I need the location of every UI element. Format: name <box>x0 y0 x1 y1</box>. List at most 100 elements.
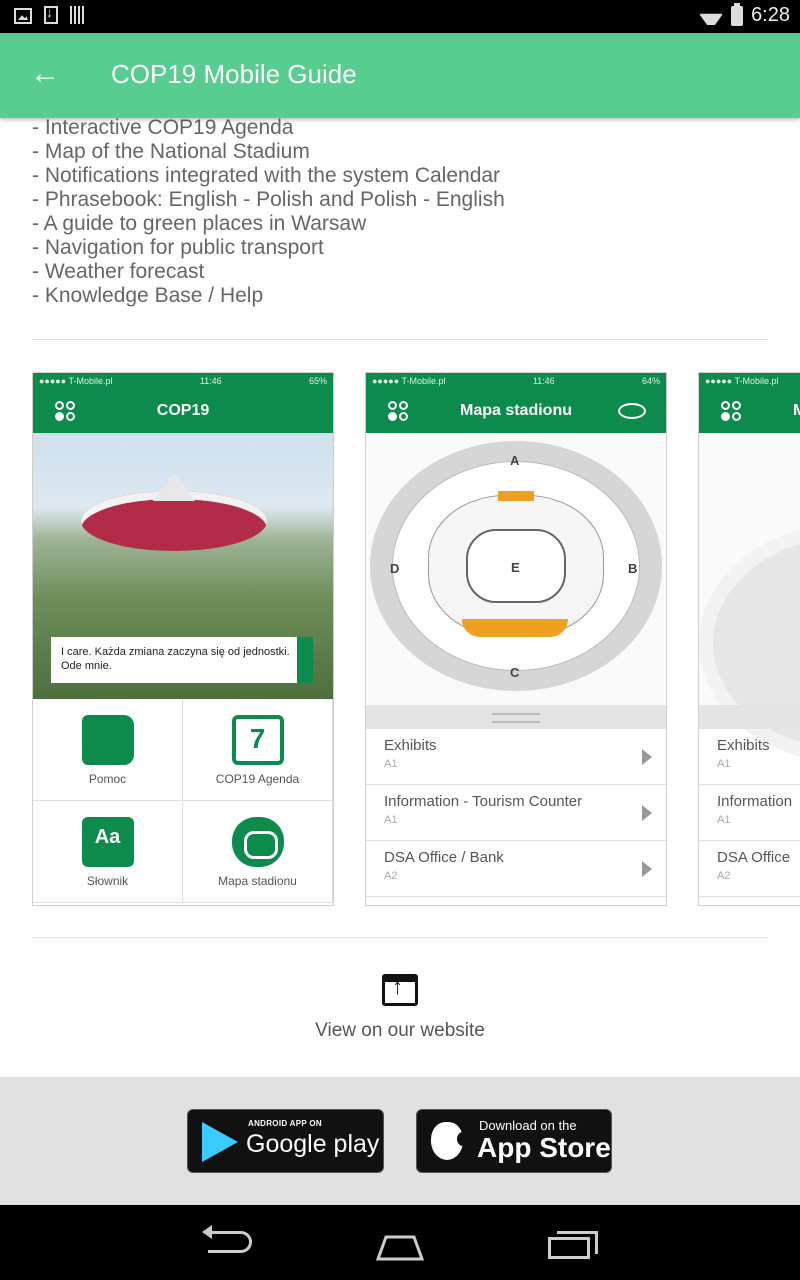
nav-home-icon[interactable] <box>376 1235 424 1261</box>
stadium-icon <box>618 403 646 419</box>
screenshot-battery: 64% <box>641 376 660 386</box>
tile-label: Słownik <box>86 874 129 888</box>
stadium-roof <box>153 473 195 501</box>
screenshot-app-bar: M <box>699 389 800 433</box>
list-item[interactable]: Exhibits A1 <box>699 729 800 785</box>
stadium-photo: I care. Każda zmiana zaczyna się od jedn… <box>33 433 333 699</box>
screenshot-carousel[interactable]: ●●●●● T-Mobile.pl 11:46 65% COP19 I care… <box>32 372 800 906</box>
screenshot-status-bar: ●●●●● T-Mobile.pl <box>699 373 800 389</box>
app-bar: ← COP19 Mobile Guide <box>0 33 800 118</box>
stadium-map-icon <box>231 817 284 867</box>
tile-slownik[interactable]: Aa Słownik <box>33 801 183 903</box>
item-title: DSA Office <box>717 849 791 866</box>
item-subtitle: A1 <box>717 758 731 770</box>
content-area: - Interactive COP19 Agenda - Map of the … <box>0 116 800 938</box>
screenshot-app-bar: COP19 <box>33 389 333 433</box>
chevron-right-icon <box>642 749 652 765</box>
item-subtitle: A2 <box>384 870 398 882</box>
wifi-icon <box>699 7 723 25</box>
screenshot-app-bar: Mapa stadionu <box>366 389 666 433</box>
list-item[interactable]: Information A1 <box>699 785 800 841</box>
barcode-notification-icon <box>70 6 86 24</box>
google-play-icon <box>202 1122 238 1162</box>
caption-text: I care. Każda zmiana zaczyna się od jedn… <box>61 646 290 672</box>
page-title: COP19 Mobile Guide <box>111 59 357 89</box>
list-item[interactable]: DSA Office A2 <box>699 841 800 897</box>
screenshot-map-zoomed[interactable]: ●●●●● T-Mobile.pl M Exhibits A1 Informat… <box>698 372 800 906</box>
screenshot-status-bar: ●●●●● T-Mobile.pl 11:46 65% <box>33 373 333 389</box>
tile-map[interactable]: Mapa stadionu <box>183 801 333 903</box>
carrier-text: ●●●●● T-Mobile.pl <box>372 376 446 386</box>
map-highlight-bottom <box>462 619 568 637</box>
drag-handle[interactable] <box>366 705 666 729</box>
cop19-logo-icon <box>55 401 77 423</box>
feature-item: - Phrasebook: English - Polish and Polis… <box>32 188 505 211</box>
caption-tab <box>297 637 313 683</box>
dictionary-icon: Aa <box>81 817 134 867</box>
download-notification-icon <box>44 4 58 24</box>
map-label-a: A <box>510 453 520 468</box>
back-arrow-icon[interactable]: ← <box>30 59 66 95</box>
google-play-badge[interactable]: ANDROID APP ON Google play <box>187 1109 384 1173</box>
list-item[interactable]: Exhibits A1 <box>366 729 666 785</box>
screenshot-map[interactable]: ●●●●● T-Mobile.pl 11:46 64% Mapa stadion… <box>365 372 667 906</box>
chevron-right-icon <box>642 805 652 821</box>
screenshot-title: M <box>793 402 800 420</box>
chevron-right-icon <box>642 861 652 877</box>
cop19-logo-icon <box>388 401 410 423</box>
map-label-e: E <box>511 560 520 575</box>
list-item[interactable]: DSA Office / Bank A2 <box>366 841 666 897</box>
tile-label: Mapa stadionu <box>218 874 297 888</box>
item-title: Information - Tourism Counter <box>384 793 583 810</box>
drag-handle[interactable] <box>699 705 800 729</box>
item-title: Exhibits <box>384 737 437 754</box>
store-badges: ANDROID APP ON Google play Download on t… <box>0 1077 800 1205</box>
status-bar: 6:28 <box>0 0 800 33</box>
feature-item: - Knowledge Base / Help <box>32 284 264 307</box>
tile-label: Pomoc <box>88 772 127 786</box>
app-store-big-text: App Store <box>477 1132 611 1163</box>
feature-item: - Map of the National Stadium <box>32 140 310 163</box>
app-store-badge[interactable]: Download on the App Store <box>416 1109 612 1173</box>
item-subtitle: A2 <box>717 870 731 882</box>
image-notification-icon <box>14 8 32 24</box>
divider <box>32 339 768 340</box>
screenshot-title: Mapa stadionu <box>459 402 572 419</box>
item-subtitle: A1 <box>384 814 398 826</box>
map-label-c: C <box>510 665 520 680</box>
feature-item: - Notifications integrated with the syst… <box>32 164 501 187</box>
carrier-text: ●●●●● T-Mobile.pl <box>39 376 113 386</box>
screenshot-time: 11:46 <box>199 376 222 386</box>
screenshot-title: COP19 <box>156 402 210 419</box>
tile-pomoc[interactable]: Pomoc <box>33 699 183 801</box>
item-title: DSA Office / Bank <box>384 849 504 866</box>
google-play-small-text: ANDROID APP ON <box>248 1119 322 1128</box>
feature-item: - A guide to green places in Warsaw <box>32 212 367 235</box>
carrier-text: ●●●●● T-Mobile.pl <box>705 376 779 386</box>
list-item[interactable]: Information - Tourism Counter A1 <box>366 785 666 841</box>
tile-label: COP19 Agenda <box>215 772 300 786</box>
battery-icon <box>731 2 744 26</box>
map-highlight-top <box>498 491 534 501</box>
feature-item: - Navigation for public transport <box>32 236 324 259</box>
view-website-link[interactable]: View on our website <box>0 974 800 1042</box>
item-title: Information <box>717 793 793 810</box>
apple-icon <box>431 1122 469 1160</box>
stadium-map[interactable]: A B C D E <box>366 433 666 705</box>
screenshot-time: 11:46 <box>532 376 555 386</box>
nav-back-icon[interactable] <box>202 1225 252 1253</box>
stadium-map-zoomed[interactable] <box>699 433 800 763</box>
app-store-small-text: Download on the <box>479 1118 577 1133</box>
item-subtitle: A1 <box>717 814 731 826</box>
menu-grid: Pomoc 7 COP19 Agenda Aa Słownik Mapa sta… <box>33 699 333 903</box>
item-subtitle: A1 <box>384 758 398 770</box>
open-in-browser-icon <box>382 974 418 1006</box>
view-website-label: View on our website <box>315 1020 485 1041</box>
nav-recents-icon[interactable] <box>548 1231 598 1259</box>
calendar-icon: 7 <box>231 715 284 765</box>
google-play-big-text: Google play <box>246 1130 380 1158</box>
screenshot-battery: 65% <box>308 376 327 386</box>
tile-agenda[interactable]: 7 COP19 Agenda <box>183 699 333 801</box>
screenshot-home[interactable]: ●●●●● T-Mobile.pl 11:46 65% COP19 I care… <box>32 372 334 906</box>
navigation-bar <box>0 1205 800 1280</box>
